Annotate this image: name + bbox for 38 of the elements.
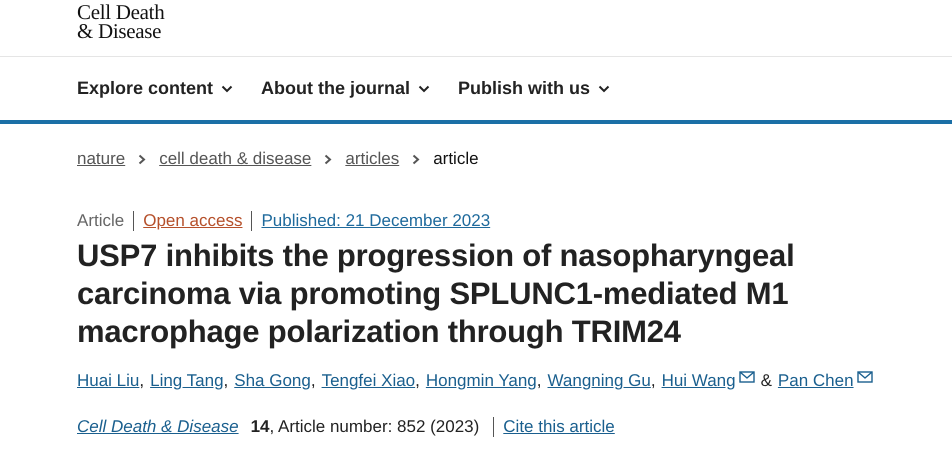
author-separator: , — [139, 371, 144, 391]
author-link[interactable]: Huai Liu — [77, 371, 140, 391]
breadcrumb-current: article — [433, 149, 479, 169]
article-title: USP7 inhibits the progression of nasopharyngeal carcinoma via promoting SPLUNC1-mediated M1 macrophage polarization through TRIM24 — [77, 237, 796, 351]
author-separator: , — [415, 371, 420, 391]
author-separator: , — [224, 371, 228, 391]
citation-details: 14, Article number: 852 (2023) — [250, 417, 480, 437]
author-link[interactable]: Pan Chen — [778, 371, 854, 391]
author-link[interactable]: Ling Tang — [150, 371, 224, 391]
open-access-link[interactable]: Open access — [133, 211, 242, 231]
chevron-right-icon — [412, 154, 420, 164]
breadcrumb-link[interactable]: cell death & disease — [159, 149, 312, 169]
author-link[interactable]: Hui Wang — [662, 371, 736, 391]
author-link[interactable]: Sha Gong — [234, 371, 311, 391]
article-type: Article — [77, 211, 124, 231]
author-separator: , — [310, 371, 316, 391]
email-icon[interactable] — [738, 371, 755, 383]
author-link[interactable]: Tengfei Xiao — [322, 371, 416, 391]
journal-logo[interactable]: Cell Death & Disease — [77, 3, 164, 41]
nav-menu-button[interactable]: About the journal — [261, 78, 430, 99]
chevron-down-icon — [418, 84, 430, 92]
email-icon[interactable] — [856, 371, 873, 383]
journal-link[interactable]: Cell Death & Disease — [77, 417, 239, 437]
cite-article-link[interactable]: Cite this article — [493, 417, 615, 437]
chevron-right-icon — [138, 154, 146, 164]
nav-menu-button[interactable]: Explore content — [77, 78, 234, 99]
author-separator: , — [536, 371, 542, 391]
nav-menu-button[interactable]: Publish with us — [458, 78, 610, 99]
chevron-right-icon — [324, 154, 332, 164]
author-separator: , — [650, 371, 656, 391]
chevron-down-icon — [221, 84, 234, 92]
chevron-down-icon — [598, 84, 610, 92]
author-link[interactable]: Wangning Gu — [548, 371, 651, 391]
breadcrumb-link[interactable]: articles — [345, 149, 400, 169]
author-link[interactable]: Hongmin Yang — [426, 371, 537, 391]
breadcrumb-link[interactable]: nature — [77, 149, 126, 169]
author-separator: & — [760, 371, 772, 391]
published-date-link[interactable]: Published: 21 December 2023 — [251, 211, 490, 231]
